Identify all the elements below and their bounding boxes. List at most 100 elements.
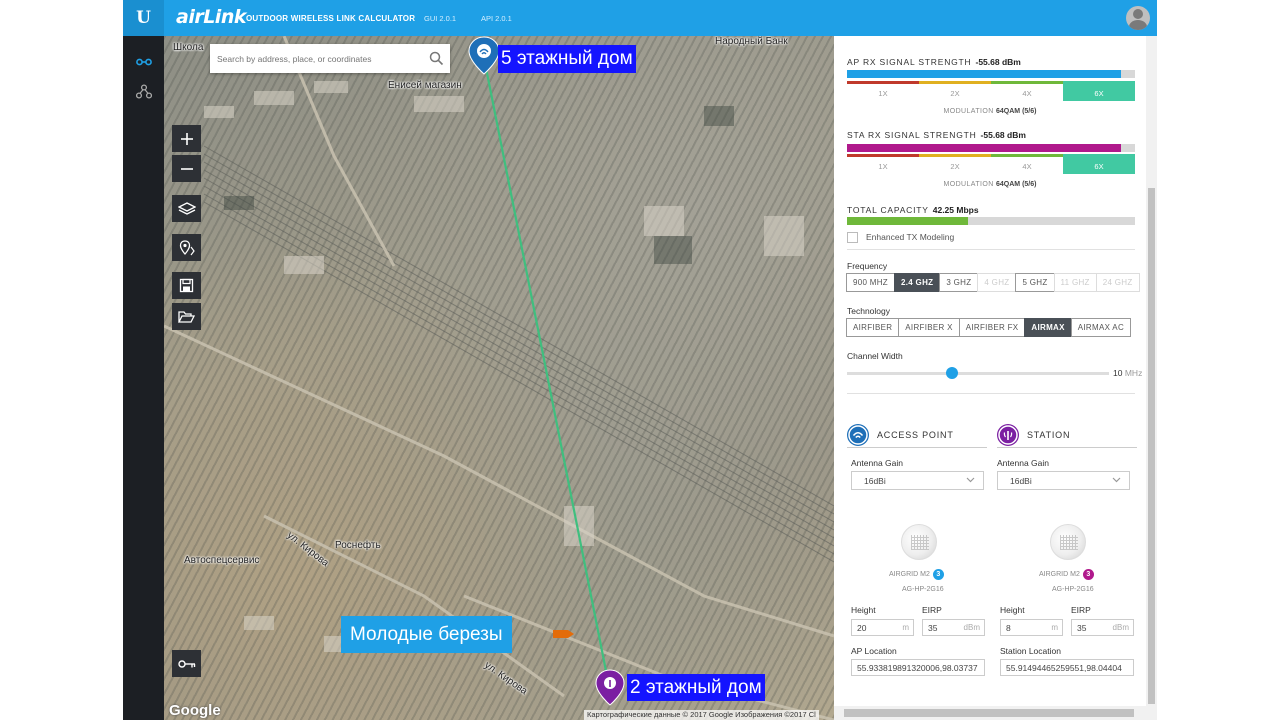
map-search	[210, 44, 450, 73]
map-label-rosneft: Роснефть	[335, 540, 381, 551]
scrollbar-thumb[interactable]	[844, 709, 1134, 717]
ap-product-image	[901, 524, 937, 560]
logo-letter: U	[136, 8, 151, 28]
station-title: STATION	[1027, 430, 1071, 440]
ap-rx-modulation: MODULATION 64QAM (5/6)	[943, 108, 1037, 115]
sta-rx-bar-fill	[847, 144, 1121, 152]
ap-pin[interactable]	[468, 36, 500, 75]
map-label-bank: Народный Банк	[715, 36, 788, 47]
frequency-label: Frequency	[847, 261, 888, 271]
divider	[847, 447, 987, 448]
freq-option-900mhz[interactable]: 900 MHZ	[846, 273, 895, 292]
capacity-bar	[847, 217, 1135, 225]
chevron-down-icon	[966, 477, 975, 483]
network-icon[interactable]	[134, 82, 153, 101]
station-eirp-input[interactable]: 35 dBm	[1071, 619, 1134, 636]
channel-width-slider-handle[interactable]	[945, 367, 958, 379]
station-location-input[interactable]: 55.91494465259551,98.04404	[1000, 659, 1134, 676]
layers-button[interactable]	[172, 195, 201, 222]
freq-option-11ghz[interactable]: 11 GHZ	[1053, 273, 1097, 292]
mod-step: 4X	[991, 81, 1063, 101]
callout-young-birches: Молодые березы	[341, 616, 512, 653]
station-height-input[interactable]: 8m	[1000, 619, 1063, 636]
enhanced-tx-checkbox[interactable]	[847, 232, 858, 243]
station-product-image	[1050, 524, 1086, 560]
sta-rx-label: STA RX SIGNAL STRENGTH -55.68 dBm	[847, 130, 1026, 140]
mod-step: 1X	[847, 81, 919, 101]
tech-option-airfiber[interactable]: AIRFIBER	[846, 318, 900, 337]
ap-product-badge: 3	[932, 569, 944, 580]
ubiquiti-logo[interactable]: U	[123, 0, 164, 36]
mod-step-active: 6X	[1063, 154, 1135, 174]
station-antenna-gain-label: Antenna Gain	[997, 458, 1049, 468]
link-line	[482, 57, 612, 692]
sta-rx-modulation: MODULATION 64QAM (5/6)	[943, 181, 1037, 188]
arrow-icon	[553, 630, 574, 638]
map-copyright[interactable]: Картографические данные © 2017 Google Из…	[584, 710, 819, 720]
total-capacity-label: TOTAL CAPACITY 42.25 Mbps	[847, 205, 979, 215]
add-pin-button[interactable]	[172, 234, 201, 261]
mod-step: 2X	[919, 154, 991, 174]
tech-option-airmax-ac[interactable]: AIRMAX AC	[1070, 318, 1132, 337]
left-rail	[123, 36, 164, 720]
station-product-badge: 3	[1082, 569, 1094, 580]
gui-version: GUI 2.0.1	[424, 14, 457, 23]
station-height-label: Height	[1000, 605, 1025, 615]
freq-option-2-4ghz[interactable]: 2.4 GHZ	[894, 273, 941, 292]
map-label-autoservice: Автоспецсервис	[184, 555, 260, 566]
technology-label: Technology	[847, 306, 891, 316]
satellite-map[interactable]: Школа Народный Банк Енисей магазин Автос…	[164, 36, 834, 720]
ap-antenna-gain-select[interactable]: 16dBi	[851, 471, 984, 490]
station-location-label: Station Location	[1000, 646, 1061, 656]
google-logo: Google	[169, 702, 221, 719]
map-pin-icon	[179, 239, 195, 255]
brand-name: airLink	[176, 6, 247, 28]
scrollbar-thumb[interactable]	[1148, 188, 1155, 704]
station-icon	[997, 424, 1019, 446]
tech-option-airfiber-x[interactable]: AIRFIBER X	[898, 318, 960, 337]
tech-option-airfiber-fx[interactable]: AIRFIBER FX	[958, 318, 1026, 337]
top-bar: U airLink OUTDOOR WIRELESS LINK CALCULAT…	[123, 0, 1157, 36]
link-icon[interactable]	[134, 52, 153, 71]
map-label-school: Школа	[173, 42, 204, 53]
ap-height-label: Height	[851, 605, 876, 615]
freq-option-3ghz[interactable]: 3 GHZ	[939, 273, 979, 292]
chevron-down-icon	[1112, 477, 1121, 483]
channel-width-slider[interactable]	[847, 372, 1109, 375]
station-antenna-gain-select[interactable]: 16dBi	[997, 471, 1130, 490]
freq-option-5ghz[interactable]: 5 GHZ	[1015, 273, 1055, 292]
search-icon[interactable]	[429, 51, 444, 66]
airlink-app: U airLink OUTDOOR WIRELESS LINK CALCULAT…	[123, 0, 1157, 720]
open-button[interactable]	[172, 303, 201, 330]
ap-height-input[interactable]: 20 m	[851, 619, 914, 636]
tech-option-airmax[interactable]: AIRMAX	[1024, 318, 1072, 337]
callout-ap-building: 5 этажный дом	[498, 45, 636, 73]
panel-vertical-scrollbar[interactable]	[1146, 36, 1157, 720]
key-button[interactable]	[172, 650, 201, 677]
user-avatar[interactable]	[1126, 6, 1150, 30]
divider	[847, 393, 1135, 394]
channel-width-label: Channel Width	[847, 351, 903, 361]
ap-eirp-input[interactable]: 35 dBm	[922, 619, 985, 636]
freq-option-24ghz[interactable]: 24 GHZ	[1095, 273, 1140, 292]
freq-option-4ghz[interactable]: 4 GHZ	[977, 273, 1017, 292]
ap-location-input[interactable]: 55.933819891320006,98.03737	[851, 659, 985, 676]
technology-selector: AIRFIBER AIRFIBER X AIRFIBER FX AIRMAX A…	[846, 318, 1132, 337]
channel-width-value: 10 MHz	[1113, 368, 1143, 378]
zoom-out-button[interactable]	[172, 155, 201, 182]
sta-rx-value: -55.68 dBm	[980, 130, 1026, 140]
station-header: STATION	[997, 421, 1070, 449]
zoom-in-button[interactable]	[172, 125, 201, 152]
search-input[interactable]	[210, 44, 425, 73]
ap-product-sku: AG-HP-2G16	[902, 586, 944, 593]
station-pin[interactable]	[595, 669, 625, 706]
access-point-icon	[847, 424, 869, 446]
station-product-name: AIRGRID M2 3	[1039, 569, 1094, 580]
save-button[interactable]	[172, 272, 201, 299]
ap-location-label: AP Location	[851, 646, 897, 656]
mod-step-active: 6X	[1063, 81, 1135, 101]
panel-horizontal-scrollbar[interactable]	[834, 706, 1146, 720]
mod-step: 2X	[919, 81, 991, 101]
divider	[847, 249, 1135, 250]
folder-open-icon	[178, 310, 195, 323]
